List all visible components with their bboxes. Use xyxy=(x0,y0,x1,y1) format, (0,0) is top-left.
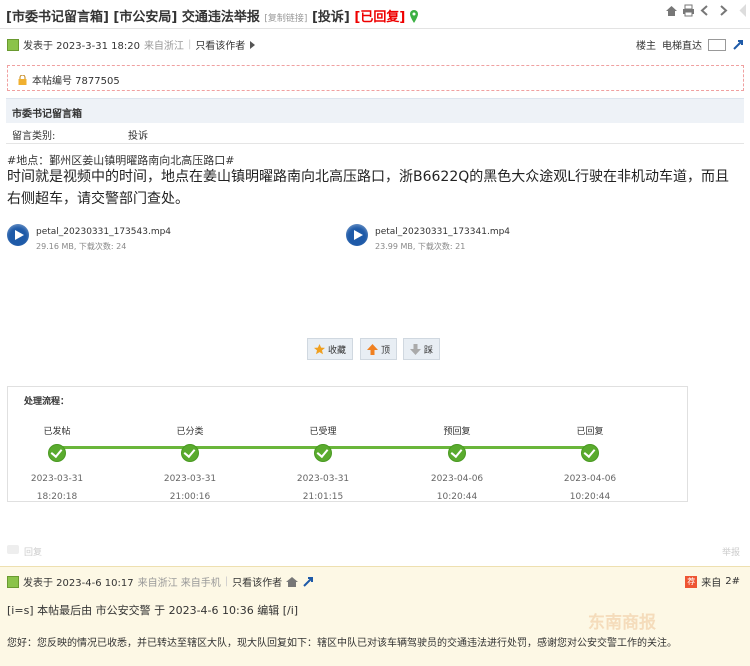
flow-step-time: 10:20:44 xyxy=(436,492,478,502)
flow-step: 已发帖 2023-03-31 18:20:18 xyxy=(17,424,97,502)
category-label: 留言类别: xyxy=(12,131,56,142)
arrow-down-icon xyxy=(410,343,421,355)
star-icon xyxy=(314,343,325,354)
floor-label: 楼主 xyxy=(636,41,656,52)
reply-post-origin: 来自浙江 来自手机 xyxy=(137,578,221,589)
attachment-1: petal_20230331_173543.mp4 29.16 MB, 下载次数… xyxy=(7,224,171,252)
thread-title-bar: [市委书记留言箱] [市公安局] 交通违法举报 [复制链接] [投诉] [已回复… xyxy=(0,0,750,29)
flow-step: 预回复 2023-04-06 10:20:44 xyxy=(417,424,497,502)
post-meta-left: 发表于 2023-3-31 18:20 来自浙江 | 只看该作者 xyxy=(7,37,256,52)
title-toolbar xyxy=(665,4,746,17)
flow-step: 已回复 2023-04-06 10:20:44 xyxy=(550,424,630,502)
flow-step-name: 已受理 xyxy=(309,427,337,437)
reply-link[interactable]: 回复 xyxy=(24,545,42,558)
post-number-row: 本帖编号 7877505 xyxy=(18,72,120,87)
attachment-meta: 29.16 MB, 下载次数: 24 xyxy=(36,242,127,251)
only-author-link[interactable]: 只看该作者 xyxy=(195,37,245,52)
check-icon xyxy=(581,444,599,462)
online-status-icon xyxy=(7,575,19,588)
flow-step-time: 21:00:16 xyxy=(169,492,211,502)
reply-bar: 回复 举报 xyxy=(0,541,750,559)
arrow-up-icon xyxy=(367,343,378,355)
post-body: 时间就是视频中的时间，地点在姜山镇明曜路南向北高压路口，浙B6622Q的黑色大众… xyxy=(7,169,730,207)
attachment-name[interactable]: petal_20230331_173341.mp4 xyxy=(375,227,510,237)
report-link[interactable]: 举报 xyxy=(722,545,740,558)
print-icon[interactable] xyxy=(682,4,695,17)
flow-step-date: 2023-03-31 xyxy=(163,474,217,484)
section-title: 市委书记留言箱 xyxy=(12,109,82,120)
downvote-label: 踩 xyxy=(424,345,434,356)
next-icon[interactable] xyxy=(716,4,729,17)
flow-step-date: 2023-03-31 xyxy=(30,474,84,484)
reply-post-meta: 发表于 2023-4-6 10:17 来自浙江 来自手机 | 只看该作者 xyxy=(7,574,314,589)
reply-bubble-icon xyxy=(7,545,19,554)
tag-complain[interactable]: [投诉] xyxy=(312,10,350,25)
post-number: 本帖编号 7877505 xyxy=(32,76,120,87)
reply-post-floor: 荐 来自 2# xyxy=(685,574,740,589)
downvote-button[interactable]: 踩 xyxy=(403,338,441,360)
check-icon xyxy=(448,444,466,462)
flow-step-name: 已分类 xyxy=(176,427,204,437)
go-icon[interactable] xyxy=(302,576,314,588)
post-origin: 来自浙江 xyxy=(143,41,184,52)
video-play-icon[interactable] xyxy=(346,224,368,246)
category-value: 投诉 xyxy=(128,131,148,142)
flow-step-time: 10:20:44 xyxy=(569,492,611,502)
attachment-meta: 23.99 MB, 下载次数: 21 xyxy=(375,242,466,251)
floor-number[interactable]: 2# xyxy=(725,576,740,587)
upvote-label: 顶 xyxy=(381,345,391,356)
favorite-label: 收藏 xyxy=(328,345,347,356)
page-curl-icon xyxy=(733,4,746,17)
attachment-2: petal_20230331_173341.mp4 23.99 MB, 下载次数… xyxy=(346,224,510,252)
arrow-right-icon xyxy=(250,40,256,49)
watermark: 东南商报 xyxy=(588,613,656,633)
tag-replied: [已回复] xyxy=(354,10,406,25)
reply-post-time: 发表于 2023-4-6 10:17 xyxy=(23,578,134,589)
flow-step-time: 18:20:18 xyxy=(36,492,78,502)
post-time: 发表于 2023-3-31 18:20 xyxy=(23,41,140,52)
flow-step-time: 21:01:15 xyxy=(302,492,344,502)
meta-divider: | xyxy=(187,39,192,50)
recommend-badge-icon: 荐 xyxy=(685,575,698,588)
flow-step-date: 2023-04-06 xyxy=(430,474,484,484)
jump-label: 电梯直达 xyxy=(662,41,702,52)
edit-note: [i=s] 本帖最后由 市公安交警 于 2023-4-6 10:36 编辑 [/… xyxy=(7,604,299,617)
favorite-button[interactable]: 收藏 xyxy=(307,338,354,360)
flow-step-date: 2023-03-31 xyxy=(296,474,350,484)
reply-from-label: 来自 xyxy=(701,578,722,589)
thread-title: [市委书记留言箱] [市公安局] 交通违法举报 [复制链接] [投诉] [已回复… xyxy=(6,6,418,25)
prev-icon[interactable] xyxy=(699,4,712,17)
flow-step-date: 2023-04-06 xyxy=(563,474,617,484)
check-icon xyxy=(314,444,332,462)
check-icon xyxy=(181,444,199,462)
online-status-icon xyxy=(7,38,19,51)
category-row: 留言类别: 投诉 xyxy=(6,123,744,144)
go-icon[interactable] xyxy=(732,39,744,51)
title-subject: 交通违法举报 xyxy=(181,10,260,25)
upvote-button[interactable]: 顶 xyxy=(360,338,398,360)
process-flow-title: 处理流程： xyxy=(24,397,70,407)
flow-step: 已分类 2023-03-31 21:00:16 xyxy=(150,424,230,502)
section-header: 市委书记留言箱 xyxy=(6,98,744,123)
floor-jump-input[interactable] xyxy=(708,38,726,51)
copy-link[interactable]: [复制链接] xyxy=(264,14,307,24)
flow-step-name: 已回复 xyxy=(576,427,604,437)
title-forum[interactable]: [市委书记留言箱] xyxy=(6,10,109,25)
home-icon[interactable] xyxy=(665,4,678,17)
post-meta-right: 楼主 电梯直达 xyxy=(636,37,744,52)
meta-divider: | xyxy=(224,576,229,587)
attachment-name[interactable]: petal_20230331_173543.mp4 xyxy=(36,227,171,237)
title-dept[interactable]: [市公安局] xyxy=(113,10,177,25)
location-pin-icon xyxy=(409,10,418,23)
flow-step: 已受理 2023-03-31 21:01:15 xyxy=(283,424,363,502)
check-icon xyxy=(48,444,66,462)
flow-step-name: 预回复 xyxy=(443,427,471,437)
reply-body: 您好：您反映的情况已收悉，并已转达至辖区大队，现大队回复如下：辖区中队已对该车辆… xyxy=(7,638,677,649)
home-icon[interactable] xyxy=(286,576,299,587)
flow-step-name: 已发帖 xyxy=(43,427,71,437)
post-meta-bar: 发表于 2023-3-31 18:20 来自浙江 | 只看该作者 楼主 电梯直达 xyxy=(0,34,750,54)
video-play-icon[interactable] xyxy=(7,224,29,246)
only-author-link[interactable]: 只看该作者 xyxy=(232,574,282,589)
lock-icon xyxy=(18,74,27,85)
